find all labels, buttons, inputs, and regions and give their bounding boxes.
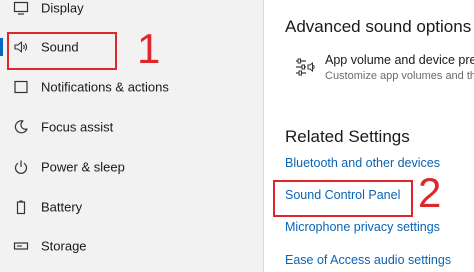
battery-icon xyxy=(13,199,29,215)
sidebar-item-label: Notifications & actions xyxy=(41,79,169,95)
app-volume-title: App volume and device prefe xyxy=(325,53,474,67)
sidebar-item-power-sleep[interactable]: Power & sleep xyxy=(0,147,263,187)
sidebar-item-notifications[interactable]: Notifications & actions xyxy=(0,67,263,107)
display-icon xyxy=(13,0,29,16)
sidebar-item-label: Power & sleep xyxy=(41,159,125,175)
sidebar-item-storage[interactable]: Storage xyxy=(0,226,263,266)
storage-icon xyxy=(13,238,29,254)
moon-icon xyxy=(13,119,29,135)
related-settings-heading: Related Settings xyxy=(285,127,410,146)
sidebar-item-battery[interactable]: Battery xyxy=(0,187,263,227)
settings-window: Display Sound Notifications & actions Fo… xyxy=(0,0,474,272)
sidebar-item-label: Display xyxy=(41,0,84,16)
bluetooth-devices-link[interactable]: Bluetooth and other devices xyxy=(285,156,440,170)
app-volume-device-preferences[interactable]: App volume and device prefe Customize ap… xyxy=(294,53,474,85)
microphone-privacy-link[interactable]: Microphone privacy settings xyxy=(285,220,440,234)
ease-of-access-audio-link[interactable]: Ease of Access audio settings xyxy=(285,253,451,267)
annotation-step-1: 1 xyxy=(137,25,161,72)
sidebar-item-label: Focus assist xyxy=(41,119,114,135)
annotation-box-sound xyxy=(7,32,117,70)
app-volume-subtitle: Customize app volumes and the xyxy=(325,70,474,82)
selection-indicator xyxy=(0,38,3,56)
sidebar-item-focus-assist[interactable]: Focus assist xyxy=(0,107,263,147)
annotation-box-sound-control-panel xyxy=(273,180,413,217)
annotation-step-2: 2 xyxy=(418,169,442,216)
power-icon xyxy=(13,159,29,175)
notifications-icon xyxy=(13,79,29,95)
sidebar-item-label: Battery xyxy=(41,199,83,215)
sidebar-item-label: Storage xyxy=(41,238,87,254)
sliders-speaker-icon xyxy=(294,56,316,78)
main-pane: Advanced sound options App volume and de… xyxy=(264,0,474,272)
sidebar-item-display[interactable]: Display xyxy=(0,0,263,28)
advanced-sound-options-heading: Advanced sound options xyxy=(285,17,472,36)
